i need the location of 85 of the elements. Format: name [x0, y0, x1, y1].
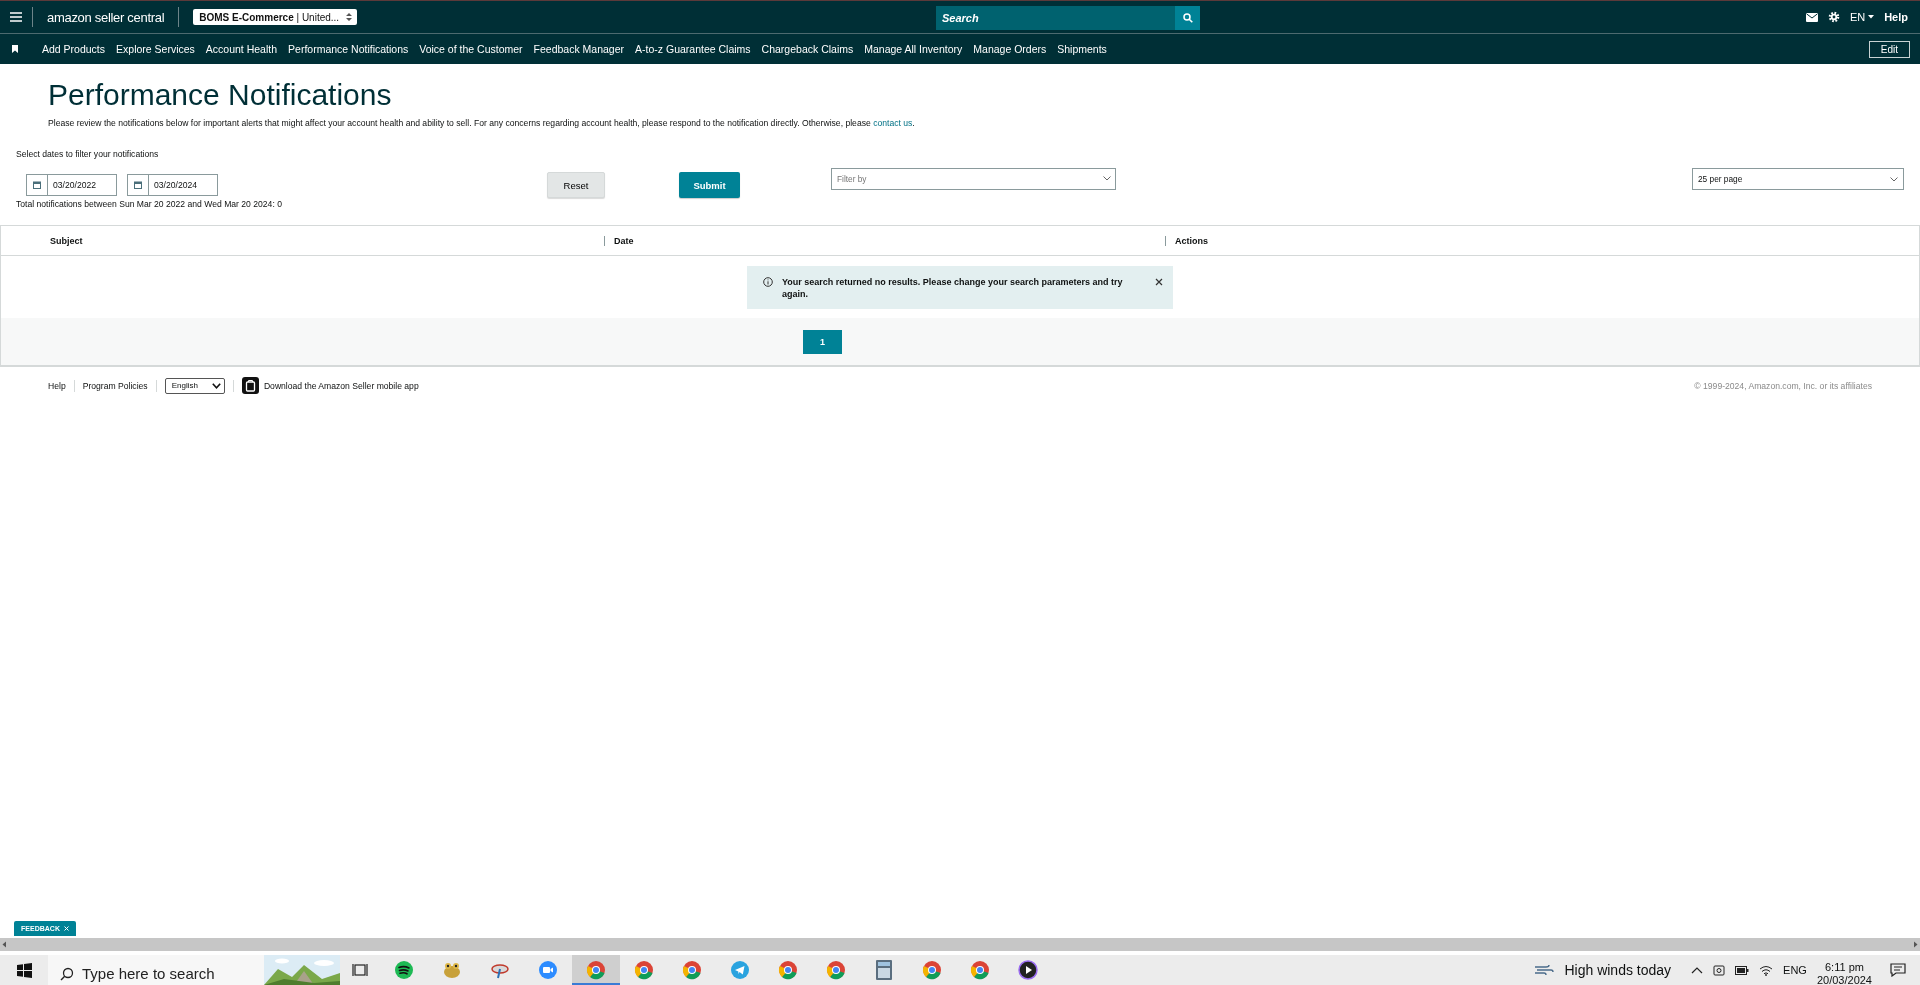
taskbar-search-field[interactable]: Type here to search: [74, 958, 264, 982]
calendar-icon: [33, 181, 41, 189]
date-field[interactable]: 03/20/2024: [149, 174, 218, 196]
up-down-icon: [345, 12, 354, 22]
column-header: Subject: [49, 235, 84, 246]
nav-link[interactable]: A-to-z Guarantee Claims: [635, 43, 751, 55]
wind-icon[interactable]: [1534, 964, 1555, 976]
scroll-left-icon[interactable]: [0, 940, 9, 949]
nav-link[interactable]: Voice of the Customer: [419, 43, 523, 55]
notification-icon[interactable]: [1890, 963, 1906, 977]
info-icon: [763, 276, 773, 287]
camera-icon[interactable]: [1713, 964, 1726, 976]
footer-link[interactable]: Program Policies: [82, 380, 148, 391]
telegram-icon: [730, 960, 750, 980]
zoom-icon: [538, 960, 558, 980]
total-count-text: Total notifications between Sun Mar 20 2022 and Wed Mar 20 2024: 0: [16, 199, 283, 209]
store-selector[interactable]: BOMS E-Commerce | United...: [193, 9, 358, 25]
weather-text[interactable]: High winds today: [1564, 962, 1672, 978]
play-icon: [1018, 960, 1038, 980]
language-selector[interactable]: EN: [1849, 11, 1875, 23]
nav-link[interactable]: Chargeback Claims: [761, 43, 854, 55]
chrome-icon: [634, 960, 654, 980]
taskbar-search-box[interactable]: Type here to search: [48, 955, 340, 985]
nav-link[interactable]: Add Products: [42, 43, 106, 55]
menu-icon[interactable]: [10, 12, 22, 22]
search-icon: [60, 967, 74, 981]
frog-icon: [442, 960, 462, 980]
settings-icon[interactable]: [1827, 11, 1840, 23]
caret-icon: [1868, 15, 1875, 19]
nav-link[interactable]: Shipments: [1057, 43, 1107, 55]
filter-field[interactable]: Filter by: [831, 168, 1116, 190]
chrome-icon: [778, 960, 798, 980]
bookmark-icon[interactable]: [12, 45, 18, 53]
column-header: Actions: [1165, 235, 1919, 246]
chevron-icon: [1890, 176, 1898, 182]
intro-text: Please review the notifications below for important alerts that might affect your account health and ability to sell. For any concerns regarding account health, please respond to the notification directly. Otherwise, please contact us.: [48, 118, 916, 128]
app-icon[interactable]: [241, 377, 259, 394]
task-view-icon[interactable]: [352, 963, 368, 977]
copyright-text: © 1999-2024, Amazon.com, Inc. or its affiliates: [1694, 380, 1872, 391]
date-filter-label: Select dates to filter your notifications: [16, 149, 160, 159]
close-icon[interactable]: [1155, 277, 1163, 286]
windows-icon[interactable]: [16, 962, 32, 978]
nav-link[interactable]: Feedback Manager: [533, 43, 625, 55]
nav-link[interactable]: Performance Notifications: [288, 43, 409, 55]
chrome-icon: [586, 960, 606, 980]
nav-link[interactable]: Manage All Inventory: [864, 43, 963, 55]
calendar-button[interactable]: [26, 174, 48, 196]
nav-link[interactable]: Manage Orders: [973, 43, 1047, 55]
seller-central-logo[interactable]: amazon seller central: [47, 9, 165, 25]
alert-message: Your search returned no results. Please change your search parameters and try again.: [782, 275, 1124, 300]
chrome-icon: [970, 960, 990, 980]
reset-button[interactable]: Reset: [547, 172, 605, 198]
search-field[interactable]: Search: [936, 6, 1175, 30]
search-button[interactable]: [1175, 6, 1200, 30]
clock[interactable]: 6:11 pm 20/03/2024: [1816, 961, 1872, 985]
chevron-up-icon[interactable]: [1691, 966, 1704, 974]
chrome-icon: [922, 960, 942, 980]
input-language[interactable]: ENG: [1783, 964, 1807, 976]
calendar-icon: [134, 181, 142, 189]
close-icon: [63, 926, 69, 931]
edit-button[interactable]: Edit: [1868, 40, 1910, 58]
scroll-right-icon[interactable]: [1911, 940, 1920, 949]
battery-icon[interactable]: [1735, 965, 1750, 975]
app-download-link[interactable]: Download the Amazon Seller mobile app: [263, 380, 419, 391]
calculator-icon: [876, 960, 892, 980]
chrome-icon: [682, 960, 702, 980]
help-link[interactable]: Help: [1884, 11, 1908, 23]
chevron-icon: [211, 382, 221, 389]
page-button[interactable]: 1: [803, 329, 842, 354]
spotify-icon: [394, 960, 414, 980]
footer-link[interactable]: Help: [48, 380, 66, 391]
column-header: Date: [604, 235, 1165, 246]
chevron-icon: [1103, 176, 1111, 181]
mail-icon[interactable]: [1805, 12, 1818, 22]
chrome-icon: [826, 960, 846, 980]
page-title: Performance Notifications: [48, 78, 393, 112]
wifi-icon[interactable]: [1759, 964, 1774, 976]
nav-link[interactable]: Account Health: [205, 43, 278, 55]
search-icon: [1182, 13, 1193, 23]
calendar-button[interactable]: [127, 174, 149, 196]
language-dropdown[interactable]: English: [164, 377, 225, 394]
date-field[interactable]: 03/20/2022: [48, 174, 117, 196]
nav-link[interactable]: Explore Services: [116, 43, 195, 55]
submit-button[interactable]: Submit: [679, 172, 740, 198]
per-page-dropdown[interactable]: 25 per page: [1692, 168, 1904, 190]
